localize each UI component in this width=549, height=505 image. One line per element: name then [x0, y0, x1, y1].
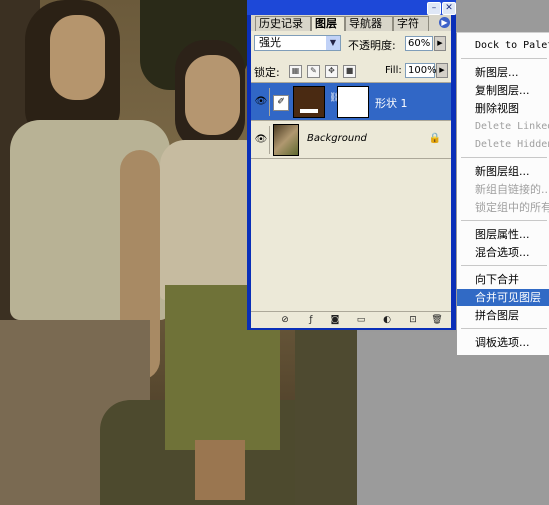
- fill-input[interactable]: 100%: [405, 63, 437, 78]
- fill-arrow-icon[interactable]: ▶: [436, 63, 448, 78]
- menu-item-palette-options[interactable]: 调板选项...: [457, 334, 549, 351]
- new-group-icon[interactable]: ▭: [355, 314, 367, 326]
- menu-separator: [461, 220, 547, 221]
- menu-item-layer-properties[interactable]: 图层属性...: [457, 226, 549, 243]
- menu-item-flatten-image[interactable]: 拼合图层: [457, 307, 549, 324]
- trash-icon[interactable]: 🗑: [431, 314, 443, 326]
- tab-navigator[interactable]: 导航器: [345, 16, 393, 31]
- lock-all-icon[interactable]: ■: [343, 65, 356, 78]
- layer-style-icon[interactable]: ƒ: [305, 314, 317, 326]
- menu-item-merge-down[interactable]: 向下合并: [457, 271, 549, 288]
- brush-icon: ✐: [273, 95, 289, 111]
- menu-separator: [461, 58, 547, 59]
- visibility-eye-icon[interactable]: 👁: [253, 88, 270, 116]
- opacity-input[interactable]: 60%: [405, 36, 433, 51]
- menu-item-delete-view[interactable]: 删除视图: [457, 100, 549, 117]
- layer-name: 形状 1: [375, 97, 408, 110]
- layer-row-background[interactable]: 👁 Background 🔒: [251, 121, 451, 159]
- menu-item-new-group[interactable]: 新图层组...: [457, 163, 549, 180]
- menu-item-lock-all-in-group[interactable]: 锁定组中的所有图层...: [457, 199, 549, 216]
- menu-item-delete-linked[interactable]: Delete Linked Layers: [457, 118, 549, 135]
- palette-menu-arrow-icon[interactable]: ▶: [439, 17, 450, 28]
- blend-mode-select[interactable]: 强光 ▼: [254, 35, 341, 51]
- tab-history[interactable]: 历史记录: [255, 16, 311, 31]
- palette-body: 强光 ▼ 不透明度: 60% ▶ 锁定: ▦ ✎ ✥ ■ Fill: 100% …: [251, 31, 451, 328]
- fill-label: Fill:: [385, 65, 402, 76]
- link-layers-icon[interactable]: ⊘: [279, 314, 291, 326]
- layer-thumbnail: [273, 124, 299, 156]
- menu-item-dock-to-palette[interactable]: Dock to Palette Well: [457, 37, 549, 54]
- lock-image-icon[interactable]: ✎: [307, 65, 320, 78]
- menu-item-blending-options[interactable]: 混合选项...: [457, 244, 549, 261]
- vector-mask-thumbnail: [337, 86, 369, 118]
- lock-transparency-icon[interactable]: ▦: [289, 65, 302, 78]
- chevron-down-icon: ▼: [326, 36, 340, 50]
- minimize-icon[interactable]: –: [427, 2, 441, 15]
- close-icon[interactable]: ✕: [442, 2, 456, 15]
- add-mask-icon[interactable]: ◙: [329, 314, 341, 326]
- palette-footer: ⊘ ƒ ◙ ▭ ◐ ⊡ 🗑: [251, 311, 451, 328]
- menu-separator: [461, 265, 547, 266]
- visibility-eye-icon[interactable]: 👁: [253, 126, 270, 154]
- layer-row-shape1[interactable]: 👁 ✐ ⛓ 形状 1: [251, 83, 451, 121]
- palette-tabs: 历史记录 图层 导航器 字符: [251, 15, 451, 31]
- menu-item-merge-visible[interactable]: 合并可见图层: [457, 289, 549, 306]
- menu-item-duplicate-layer[interactable]: 复制图层...: [457, 82, 549, 99]
- layer-name: Background: [307, 133, 367, 144]
- workspace-background: [357, 332, 549, 505]
- layers-list: 👁 ✐ ⛓ 形状 1 👁 Background 🔒: [251, 82, 451, 309]
- tab-layers[interactable]: 图层: [311, 16, 345, 31]
- palette-flyout-menu: Dock to Palette Well 新图层... 复制图层... 删除视图…: [456, 32, 549, 355]
- new-layer-icon[interactable]: ⊡: [407, 314, 419, 326]
- tab-character[interactable]: 字符: [393, 16, 429, 31]
- lock-position-icon[interactable]: ✥: [325, 65, 338, 78]
- menu-separator: [461, 328, 547, 329]
- lock-icon: 🔒: [428, 133, 441, 144]
- menu-item-new-layer[interactable]: 新图层...: [457, 64, 549, 81]
- blend-mode-value: 强光: [259, 36, 281, 49]
- palette-titlebar[interactable]: – ✕: [247, 0, 456, 15]
- opacity-arrow-icon[interactable]: ▶: [434, 36, 446, 51]
- menu-item-new-group-from-linked[interactable]: 新组自链接的...: [457, 181, 549, 198]
- menu-separator: [461, 157, 547, 158]
- adjustment-layer-icon[interactable]: ◐: [381, 314, 393, 326]
- menu-item-delete-hidden[interactable]: Delete Hidden Layers: [457, 136, 549, 153]
- lock-label: 锁定:: [254, 66, 280, 79]
- opacity-label: 不透明度:: [348, 39, 396, 52]
- layers-palette: – ✕ 历史记录 图层 导航器 字符 ▶ 强光 ▼ 不透明度: 60% ▶ 锁定…: [247, 0, 456, 330]
- layer-thumbnail: [293, 86, 325, 118]
